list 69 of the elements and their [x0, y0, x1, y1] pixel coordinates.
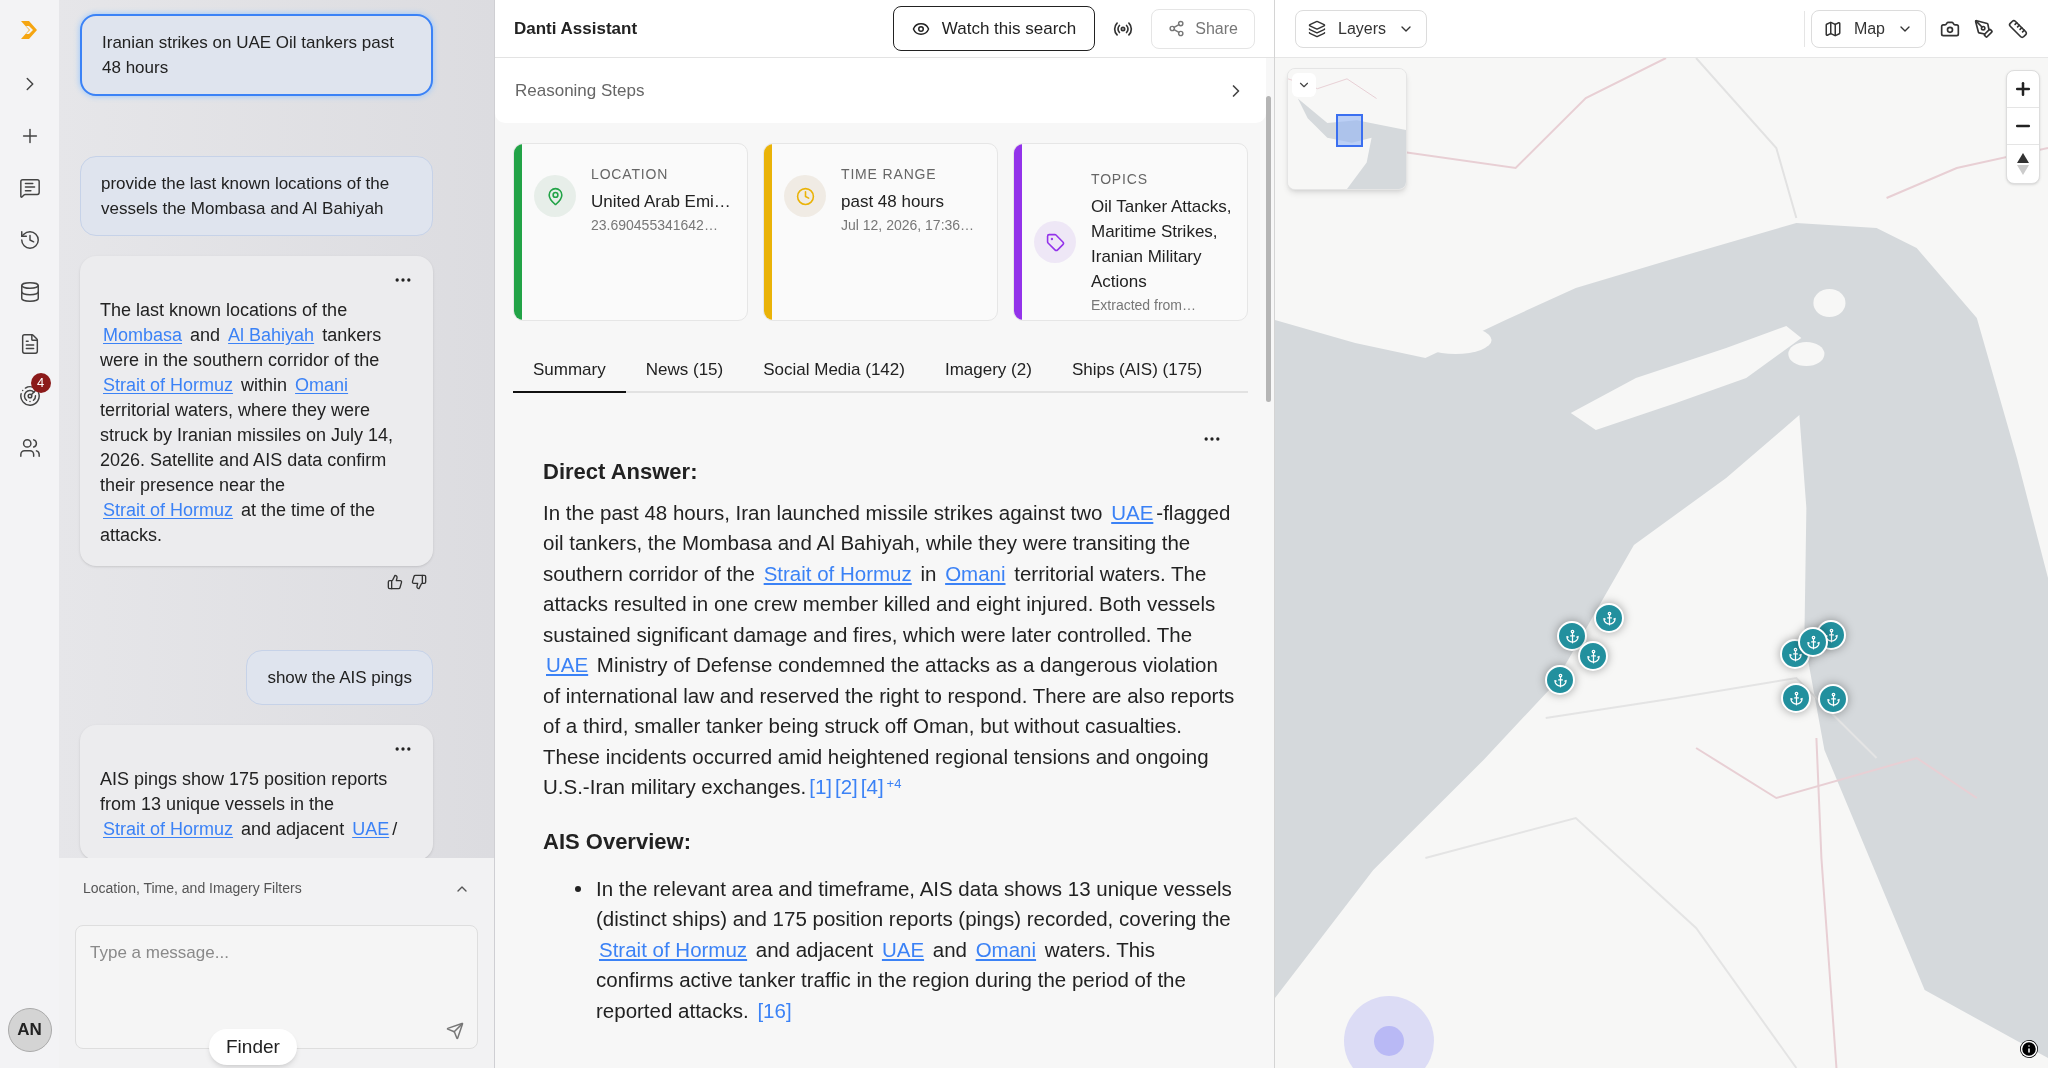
- link[interactable]: Omani: [945, 561, 1006, 585]
- pen-icon[interactable]: [1974, 18, 1994, 39]
- bullet-icon: [575, 885, 581, 892]
- link[interactable]: Strait of Hormuz: [599, 937, 748, 961]
- tag-icon: [1034, 221, 1076, 263]
- reasoning-steps-row[interactable]: Reasoning Steps: [495, 58, 1266, 123]
- layers-icon: [1308, 19, 1326, 38]
- thumbs-up-icon[interactable]: [387, 574, 403, 590]
- section-heading: Direct Answer:: [543, 457, 699, 486]
- link[interactable]: Strait of Hormuz: [763, 561, 912, 585]
- layers-button[interactable]: Layers: [1295, 9, 1428, 48]
- card-value: past 48 hours: [841, 191, 945, 213]
- user-message[interactable]: show the AIS pings: [246, 650, 433, 705]
- answer-paragraph: In the past 48 hours, Iran launched missile strikes against two UAE-flagged oil tankers, the Mombasa and Al Bahiyah, while they were transiting the southern corridor of the Strait of Hormuz in Omani territorial waters. The attacks resulted in one crew member killed and eight injured. Both vessels sustained significant damage and fires, which were later controlled. The UAE Ministry of Defense condemned the attacks as a dangerous violation of international law and reserved the right to respond. There are also reports of a third, smaller tanker being struck off Oman, but without casualties. These incidents occurred amid heightened regional tensions and ongoing U.S.-Iran military exchanges.[1][2][4]$^{+4}$: [543, 499, 1236, 800]
- share-icon: [1168, 20, 1186, 37]
- thumbs-down-icon[interactable]: [411, 574, 427, 590]
- chat-icon[interactable]: [18, 177, 41, 199]
- card-detail: Extracted from…: [1091, 295, 1198, 315]
- user-message[interactable]: Iranian strikes on UAE Oil tankers past 48 hours: [80, 14, 433, 96]
- share-button[interactable]: Share: [1151, 8, 1255, 49]
- panel-title: Danti Assistant: [514, 17, 638, 40]
- map-icon: [1823, 19, 1842, 38]
- tab[interactable]: News (15): [625, 353, 744, 393]
- location-pin-icon: [534, 175, 576, 217]
- send-icon[interactable]: [446, 1022, 464, 1040]
- link[interactable]: Omani: [975, 937, 1037, 961]
- section-heading: AIS Overview:: [543, 827, 692, 856]
- card-value: United Arab Emi…: [591, 191, 731, 213]
- user-avatar[interactable]: AN: [7, 1008, 52, 1052]
- link[interactable]: Mombasa: [103, 325, 183, 345]
- filters-label: Location, Time, and Imagery Filters: [83, 879, 302, 898]
- link[interactable]: UAE: [881, 937, 925, 961]
- citation-link[interactable]: [16]: [757, 998, 792, 1022]
- bullet-text: In the relevant area and timeframe, AIS data shows 13 unique vessels (distinct ships) and 175 position reports (pings) recorded, covering the Strait of Hormuz and adjacent UAE and Omani waters. This confirms active tanker traffic in the region during the period of the reported attacks. [16]: [596, 875, 1233, 1024]
- link[interactable]: UAE: [352, 819, 390, 839]
- card-label: TIME RANGE: [841, 165, 938, 184]
- radar-icon[interactable]: [18, 385, 41, 407]
- card-value: Oil Tanker Attacks, Maritime Strikes, Iranian Military Actions: [1091, 195, 1233, 293]
- citation-link[interactable]: [4]: [860, 775, 884, 798]
- watch-search-button[interactable]: Watch this search: [892, 6, 1096, 51]
- card-label: TOPICS: [1091, 169, 1149, 189]
- tab[interactable]: Ships (AIS) (175): [1051, 353, 1223, 393]
- link[interactable]: Omani: [295, 375, 349, 395]
- notification-badge: 4: [30, 373, 51, 393]
- tab[interactable]: Imagery (2): [924, 353, 1052, 393]
- database-icon[interactable]: [18, 281, 41, 303]
- scrollbar[interactable]: [1266, 96, 1271, 402]
- link[interactable]: Al Bahiyah: [228, 325, 315, 345]
- citation-link[interactable]: [1]: [809, 775, 832, 798]
- history-icon[interactable]: [18, 229, 41, 251]
- users-icon[interactable]: [18, 437, 41, 459]
- card-detail: 23.690455341642…: [591, 216, 719, 235]
- link[interactable]: Strait of Hormuz: [103, 819, 234, 839]
- link[interactable]: Strait of Hormuz: [103, 500, 234, 520]
- tab[interactable]: Social Media (142): [743, 353, 925, 393]
- citation-link[interactable]: +4: [886, 775, 902, 791]
- ruler-icon[interactable]: [2008, 18, 2028, 39]
- link[interactable]: UAE: [546, 653, 589, 676]
- tab[interactable]: Summary: [513, 353, 626, 393]
- user-message[interactable]: provide the last known locations of the vessels the Mombasa and Al Bahiyah: [80, 156, 433, 236]
- answer-text: The last known locations of the Mombasa and Al Bahiyah tankers were in the southern corridor of the Strait of Hormuz within Omani territorial waters, where they were struck by Iranian missiles on July 14, 2026. Satellite and AIS data confirm their presence near the Strait of Hormuz at the time of the attacks.: [100, 299, 395, 547]
- link[interactable]: Strait of Hormuz: [103, 375, 234, 395]
- clock-icon: [784, 175, 826, 217]
- card-detail: Jul 12, 2026, 17:36…: [841, 216, 975, 235]
- citation-link[interactable]: [2]: [835, 775, 858, 798]
- basemap-button[interactable]: Map: [1810, 9, 1926, 48]
- answer-text: AIS pings show 175 position reports from 13 unique vessels in the Strait of Hormuz and adjacent UAE /: [100, 768, 399, 841]
- card-label: LOCATION: [591, 165, 670, 184]
- link[interactable]: UAE: [1111, 500, 1154, 524]
